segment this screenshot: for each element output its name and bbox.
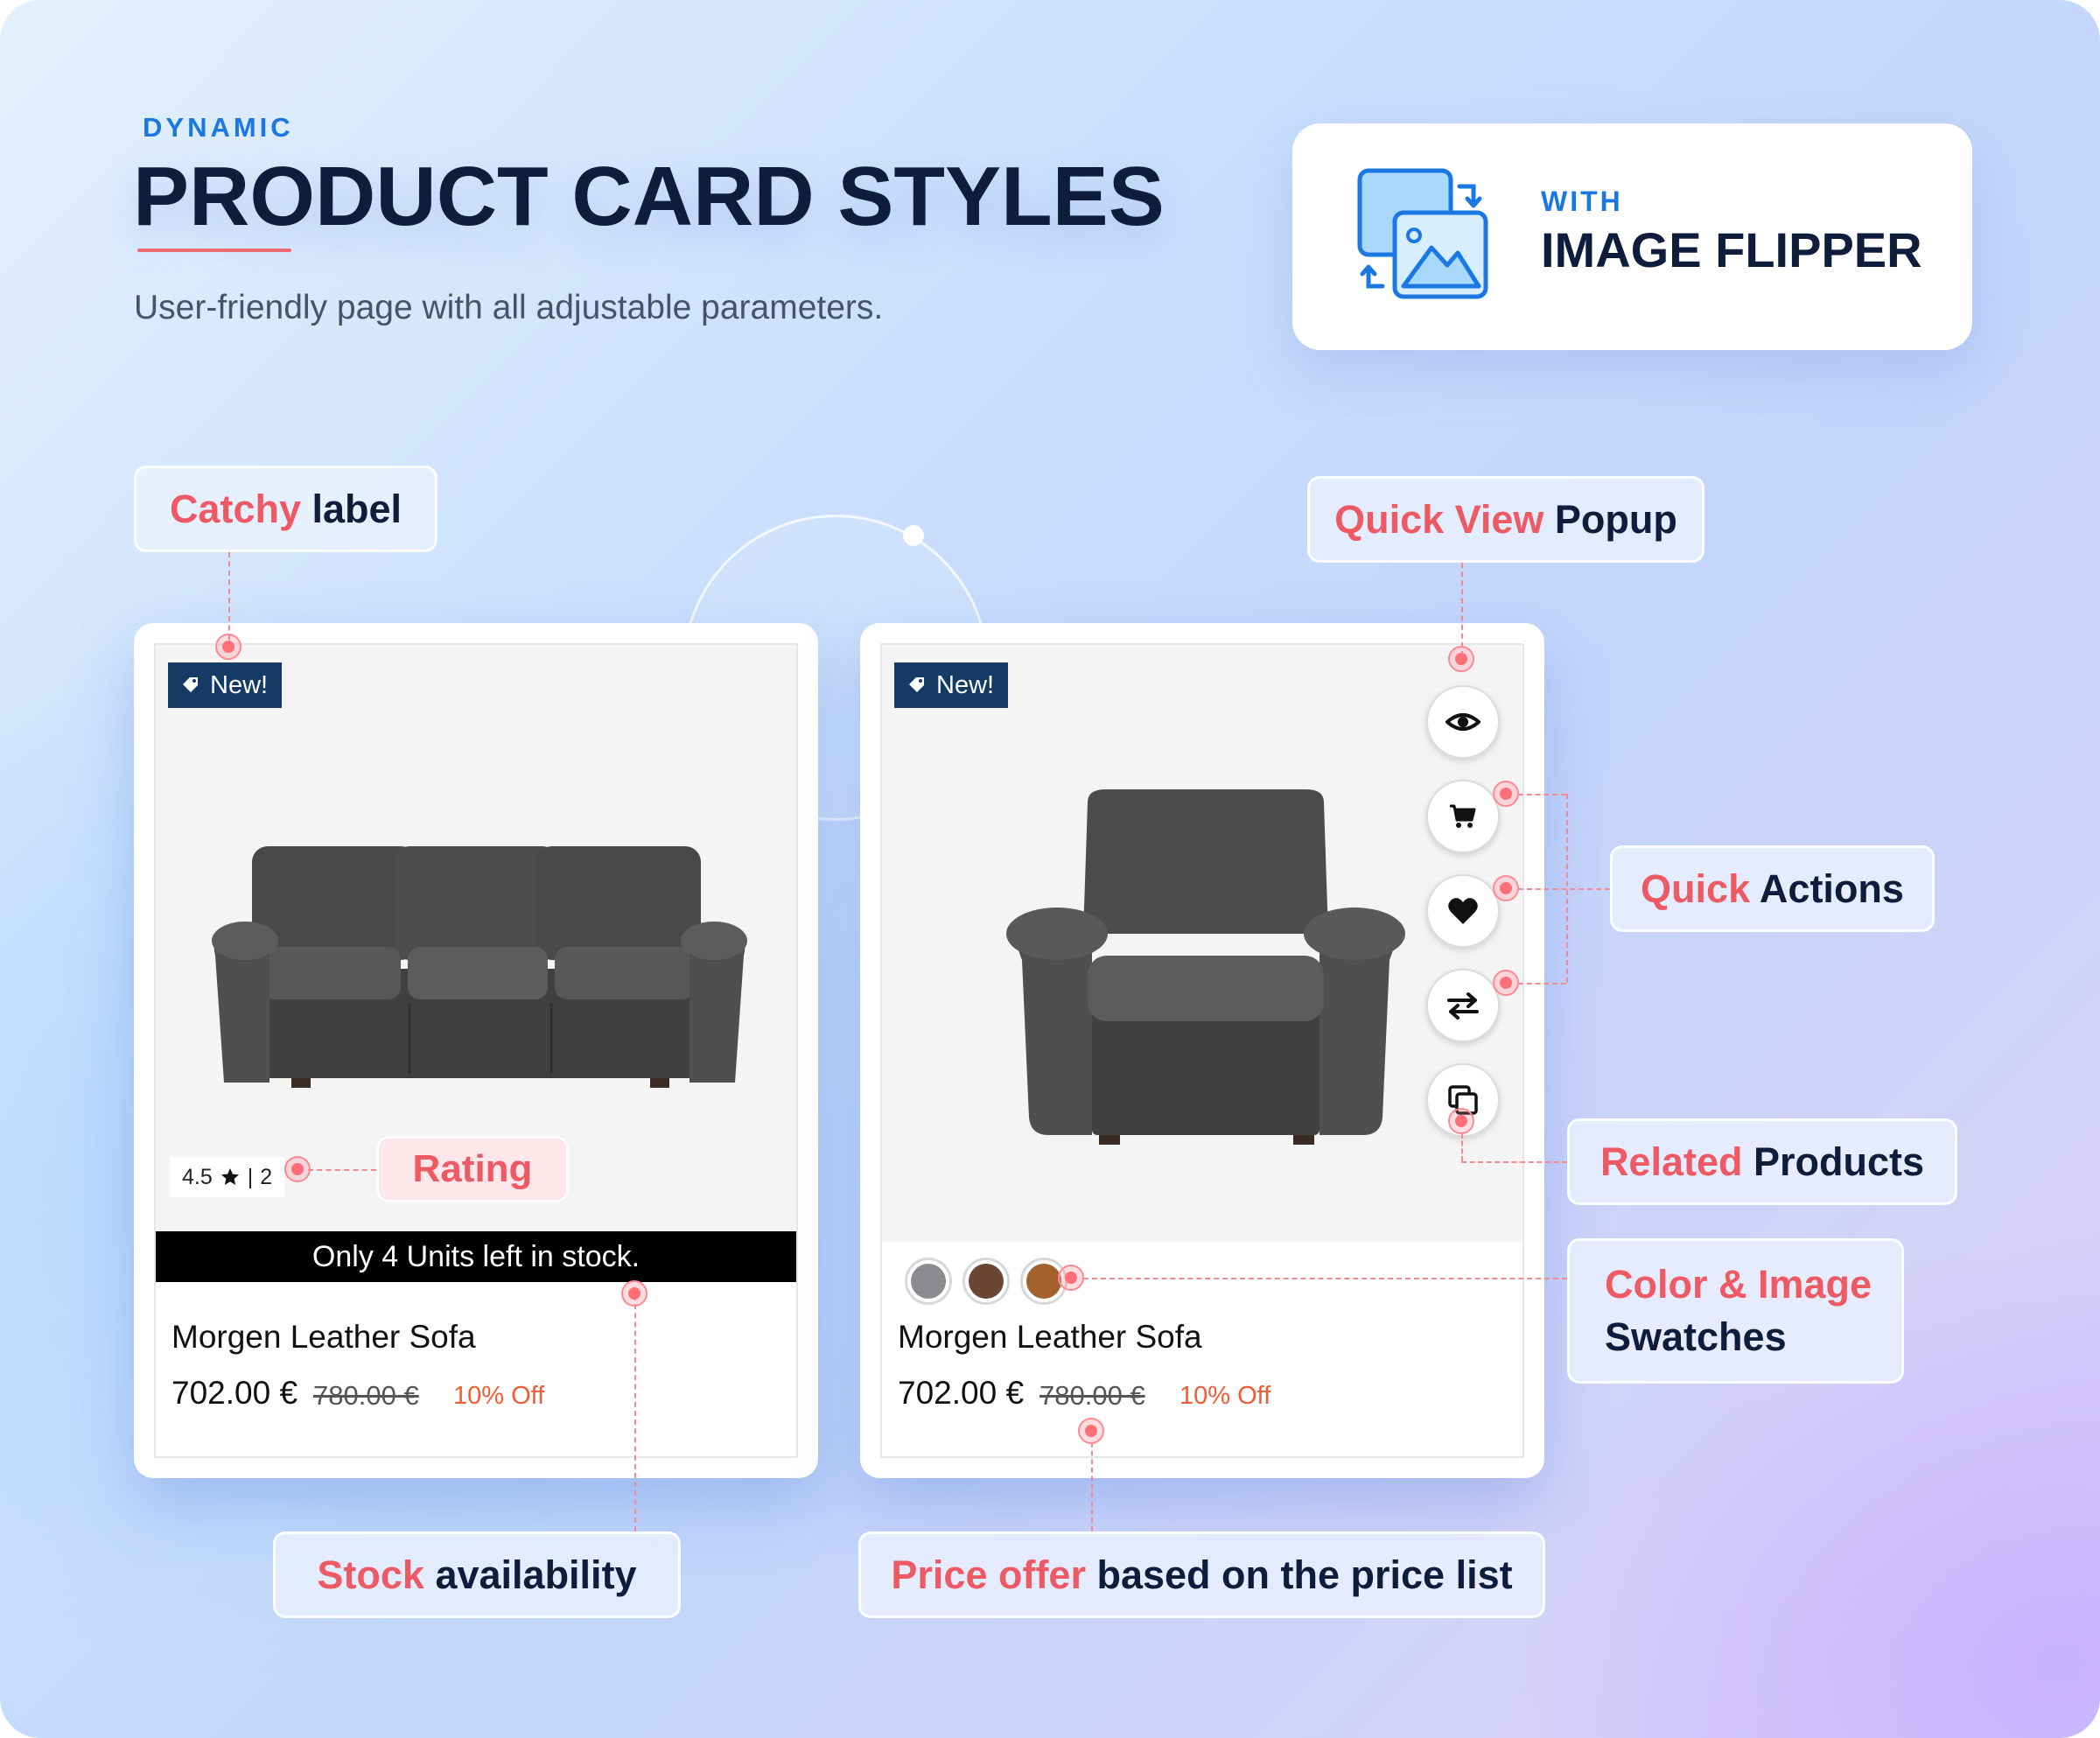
connector-line	[1091, 1442, 1093, 1531]
callout-highlight: Color & Image	[1605, 1262, 1872, 1307]
compare-button[interactable]	[1426, 969, 1500, 1042]
discount-text: 10% Off	[453, 1382, 545, 1410]
rating-score: 4.5	[182, 1164, 213, 1189]
connector-line	[1461, 563, 1463, 656]
connector-line	[228, 552, 230, 640]
callout-highlight: Quick View	[1334, 496, 1544, 542]
page-subtitle: User-friendly page with all adjustable p…	[134, 289, 884, 326]
connector-dot	[215, 634, 242, 660]
color-swatch-grey[interactable]	[905, 1258, 952, 1305]
swatch-fill	[911, 1264, 946, 1299]
cart-icon	[1450, 804, 1476, 828]
callout-quick-view: Quick View Popup	[1307, 476, 1704, 563]
swatch-fill	[969, 1264, 1004, 1299]
label-text: New!	[936, 670, 995, 699]
product-price: 702.00 €	[172, 1375, 298, 1411]
callout-catchy-label: Catchy label	[134, 466, 438, 552]
connector-dot	[1493, 781, 1519, 807]
wishlist-button[interactable]	[1426, 874, 1500, 948]
connector-line	[1083, 1278, 1567, 1279]
image-flipper-title: IMAGE FLIPPER	[1541, 222, 1922, 277]
callout-text: label	[301, 486, 402, 531]
callout-highlight: Related	[1600, 1139, 1743, 1184]
eye-icon	[1446, 713, 1480, 731]
connector-dot	[1448, 646, 1474, 672]
callout-swatches: Color & Image Swatches	[1567, 1238, 1904, 1384]
tag-icon	[183, 677, 198, 692]
connector-dot	[1078, 1418, 1104, 1444]
page-title: PRODUCT CARD STYLES	[133, 150, 1165, 243]
quick-view-button[interactable]	[1426, 685, 1500, 759]
callout-highlight: Stock	[317, 1552, 424, 1597]
callout-highlight: Quick	[1641, 865, 1751, 911]
product-name[interactable]: Morgen Leather Sofa	[172, 1319, 476, 1356]
connector-dot	[621, 1280, 648, 1307]
callout-highlight: Price offer	[891, 1552, 1086, 1597]
callout-highlight: Catchy	[169, 486, 301, 531]
product-price: 702.00 €	[898, 1375, 1025, 1411]
product-card-sofa[interactable]: New! 4.5 | 2 Only 4 Units left in stock.…	[134, 623, 818, 1478]
callout-stock: Stock availability	[273, 1531, 681, 1618]
callout-quick-actions: Quick Actions	[1610, 845, 1935, 932]
image-flipper-card: WITH IMAGE FLIPPER	[1292, 123, 1972, 350]
rating-widget[interactable]: 4.5 | 2	[170, 1157, 285, 1197]
connector-dot	[284, 1156, 311, 1182]
connector-dot	[1058, 1265, 1084, 1291]
connector-line	[1461, 1161, 1567, 1163]
callout-highlight: Rating	[412, 1147, 533, 1190]
connector-line	[634, 1295, 636, 1531]
label-text: New!	[210, 670, 269, 699]
rating-count: 2	[260, 1164, 273, 1189]
new-label-badge: New!	[168, 662, 283, 708]
leather-sofa-image	[212, 846, 747, 1088]
callout-price-offer: Price offer based on the price list	[858, 1531, 1545, 1618]
swatch-fill	[1026, 1264, 1061, 1299]
decorative-dot	[903, 525, 924, 546]
card-frame: New! Morgen Leather Sofa 702.00 € 780.00…	[880, 643, 1524, 1458]
image-flip-icon	[1357, 168, 1488, 299]
discount-text: 10% Off	[1180, 1382, 1271, 1410]
compare-icon	[1447, 992, 1479, 1020]
connector-dot	[1448, 1108, 1474, 1134]
old-price: 780.00 €	[313, 1380, 419, 1411]
connector-line	[308, 1169, 376, 1171]
connector-line	[1518, 983, 1566, 985]
connector-line	[1461, 1133, 1463, 1161]
promo-canvas: DYNAMIC PRODUCT CARD STYLES User-friendl…	[0, 0, 2100, 1738]
card-frame: New! 4.5 | 2 Only 4 Units left in stock.…	[154, 643, 798, 1458]
connector-line	[1566, 794, 1568, 983]
product-image-area[interactable]: New!	[882, 645, 1522, 1242]
callout-text: Swatches	[1605, 1314, 1787, 1359]
callout-text: Products	[1742, 1139, 1925, 1184]
star-icon	[220, 1168, 239, 1185]
old-price: 780.00 €	[1040, 1380, 1145, 1411]
with-text: WITH	[1541, 186, 1623, 217]
tag-icon	[909, 677, 924, 692]
product-name[interactable]: Morgen Leather Sofa	[898, 1319, 1202, 1356]
callout-text: based on the price list	[1085, 1552, 1513, 1597]
callout-related-products: Related Products	[1567, 1118, 1957, 1205]
callout-rating: Rating	[376, 1136, 569, 1202]
product-card-armchair[interactable]: New! Morgen Leather Sofa 702.00 € 780.00…	[860, 623, 1544, 1478]
leather-armchair-image	[1006, 789, 1405, 1145]
eyebrow-text: DYNAMIC	[143, 112, 294, 143]
new-label-badge: New!	[894, 662, 1009, 708]
connector-line	[1518, 794, 1566, 795]
callout-text: availability	[424, 1552, 637, 1597]
callout-text: Popup	[1544, 496, 1677, 542]
color-swatch-brown[interactable]	[962, 1258, 1010, 1305]
connector-dot	[1493, 875, 1519, 901]
heart-icon	[1448, 898, 1478, 924]
connector-dot	[1493, 970, 1519, 996]
callout-text: Actions	[1750, 865, 1904, 911]
add-to-cart-button[interactable]	[1426, 780, 1500, 853]
connector-line	[1518, 888, 1610, 890]
title-underline	[137, 249, 291, 252]
rating-separator: |	[247, 1164, 254, 1189]
stock-availability-bar: Only 4 Units left in stock.	[156, 1231, 796, 1282]
